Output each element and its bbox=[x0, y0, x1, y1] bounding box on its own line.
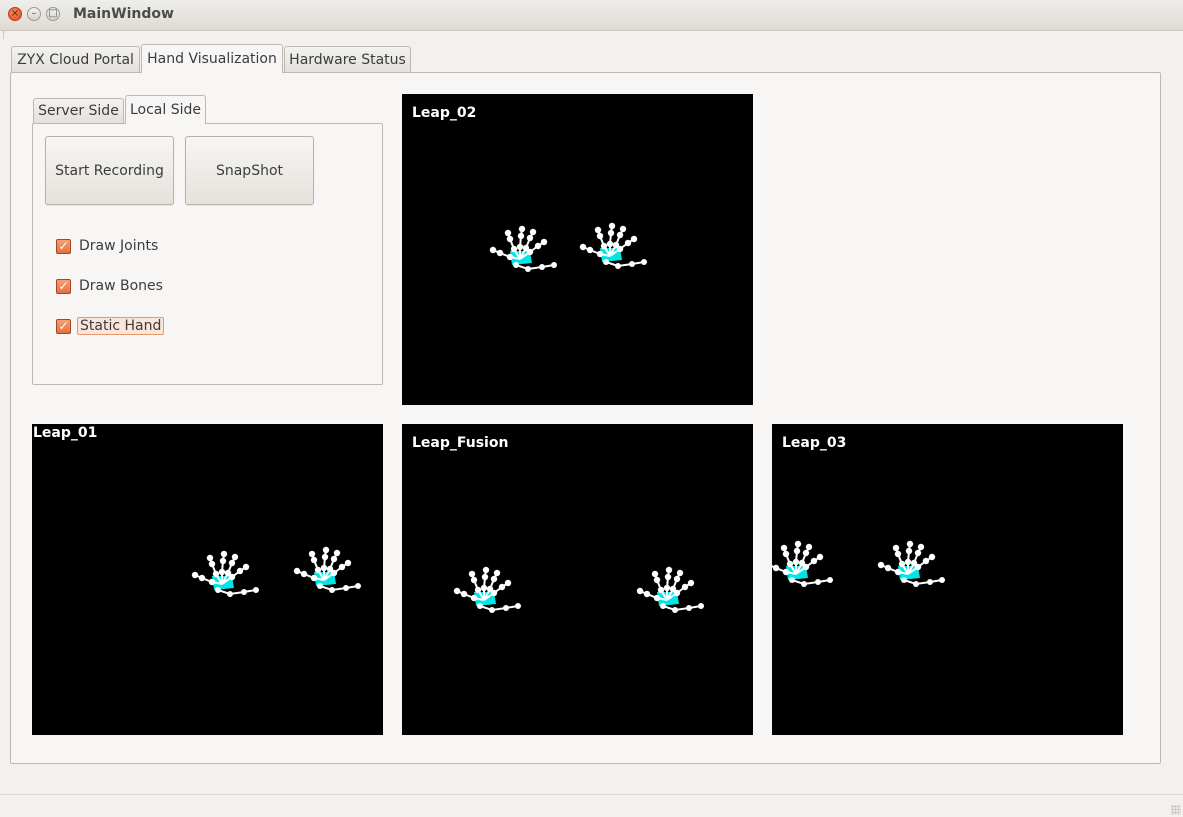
leap-03-viewport[interactable]: Leap_03 bbox=[772, 424, 1123, 735]
leap-01-viewport[interactable]: Leap_01 bbox=[32, 424, 383, 735]
leap-02-hand-right bbox=[580, 223, 647, 269]
leap-fusion-hand-left bbox=[454, 567, 521, 613]
close-icon: × bbox=[11, 8, 19, 19]
draw-bones-checkbox[interactable]: ✓ bbox=[56, 279, 71, 294]
snapshot-button[interactable]: SnapShot bbox=[185, 136, 314, 205]
tab-zyx-cloud-portal[interactable]: ZYX Cloud Portal bbox=[11, 46, 140, 73]
leap-01-hands bbox=[32, 424, 383, 735]
status-bar bbox=[0, 794, 1183, 817]
tab-server-side[interactable]: Server Side bbox=[33, 98, 124, 124]
leap-02-hands bbox=[402, 94, 753, 405]
leap-03-hand-left bbox=[772, 541, 833, 587]
start-recording-button[interactable]: Start Recording bbox=[45, 136, 174, 205]
leap-03-hand-right bbox=[878, 541, 945, 587]
resize-grip-icon[interactable] bbox=[1171, 805, 1181, 815]
leap-fusion-hands bbox=[402, 424, 753, 735]
draw-joints-label: Draw Joints bbox=[79, 238, 158, 254]
leap-01-hand-right bbox=[294, 547, 361, 593]
window-title: MainWindow bbox=[73, 6, 174, 22]
minimize-window-button[interactable]: – bbox=[27, 7, 41, 21]
static-hand-checkbox[interactable]: ✓ bbox=[56, 319, 71, 334]
leap-fusion-hand-right bbox=[637, 567, 704, 613]
toolbar-grip-handle[interactable] bbox=[3, 31, 8, 39]
tab-hand-visualization[interactable]: Hand Visualization bbox=[141, 44, 283, 73]
tab-hardware-status[interactable]: Hardware Status bbox=[284, 46, 411, 73]
leap-02-viewport[interactable]: Leap_02 bbox=[402, 94, 753, 405]
minimize-icon: – bbox=[32, 8, 37, 19]
static-hand-option[interactable]: ✓ Static Hand bbox=[56, 315, 164, 337]
static-hand-label: Static Hand bbox=[77, 317, 164, 335]
leap-01-hand-left bbox=[192, 551, 259, 597]
draw-joints-option[interactable]: ✓ Draw Joints bbox=[56, 235, 158, 257]
leap-03-hands bbox=[772, 424, 1123, 735]
close-window-button[interactable]: × bbox=[8, 7, 22, 21]
draw-joints-checkbox[interactable]: ✓ bbox=[56, 239, 71, 254]
maximize-icon: □ bbox=[48, 8, 57, 19]
draw-bones-option[interactable]: ✓ Draw Bones bbox=[56, 275, 163, 297]
leap-02-hand-left bbox=[490, 226, 557, 272]
tab-local-side[interactable]: Local Side bbox=[125, 95, 206, 124]
title-bar: × – □ MainWindow bbox=[0, 0, 1183, 31]
draw-bones-label: Draw Bones bbox=[79, 278, 163, 294]
leap-fusion-viewport[interactable]: Leap_Fusion bbox=[402, 424, 753, 735]
maximize-window-button[interactable]: □ bbox=[46, 7, 60, 21]
